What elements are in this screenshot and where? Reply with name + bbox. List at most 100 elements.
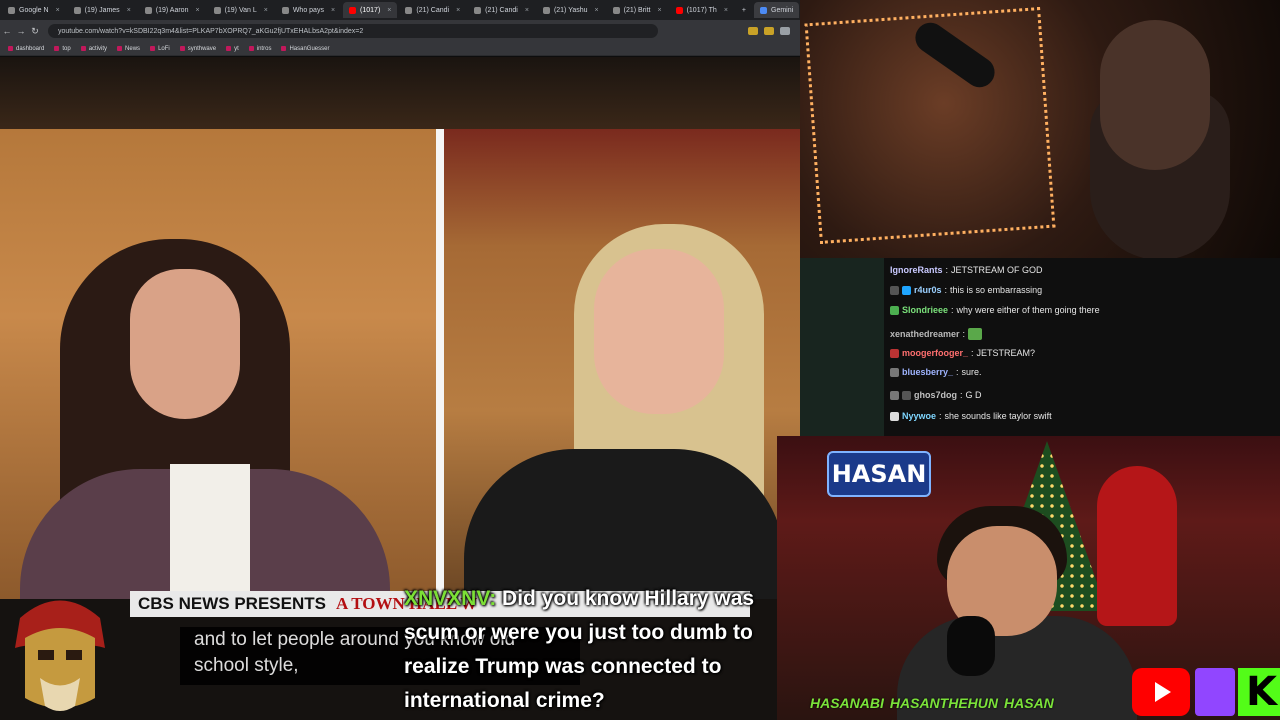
twitch-logo-icon [1195,668,1235,716]
social-handles: HASANABI HASANTHEHUN HASAN [810,690,1054,716]
tab-8[interactable]: (21) Yashu × [537,2,605,18]
bookmark-icon [179,46,185,51]
kick-logo-icon: K [1238,668,1280,716]
person-face [1100,20,1210,170]
youtube-favicon-icon [349,6,357,14]
close-icon[interactable]: × [456,7,460,14]
tab-0[interactable]: Google N × [2,2,66,18]
close-icon[interactable]: × [264,7,268,14]
close-icon[interactable]: × [525,7,529,14]
forward-arrow-icon[interactable]: → [14,26,28,36]
badge-icon [890,367,899,377]
bookmark-icon [281,46,287,51]
bookmark-icon [80,46,86,51]
tab-favicon-icon [213,6,221,14]
tab-10[interactable]: (1017) Th × [670,2,734,18]
pepe-emote-icon [968,328,983,340]
cbs-banner-network: CBS NEWS PRESENTS [138,594,326,613]
close-icon[interactable]: × [657,7,661,14]
bookmark-synthwave[interactable]: synthwave [179,46,216,52]
gemini-favicon-icon [760,6,767,14]
tab-6[interactable]: (21) Candi × [399,2,466,18]
video-left-panel [0,129,436,599]
badge-icon [890,305,899,315]
url-text: youtube.com/watch?v=kSDBI22q3m4&list=PLK… [58,27,364,35]
video-top-strip [0,57,800,129]
hasan-neon-logo: HASAN [827,451,931,497]
bookmark-icon [117,46,123,51]
badge-icon [890,348,899,358]
tab-favicon-icon [474,6,482,14]
tab-favicon-icon [73,6,81,14]
bookmark-lofi[interactable]: LoFi [150,46,170,52]
bookmark-intros[interactable]: intros [248,46,271,52]
chat-message: moogerfooger_: JETSTREAM? [890,348,1035,358]
badge-icon [890,285,899,295]
tab-2[interactable]: (19) Aaron × [139,2,206,18]
bookmark-hasanguesser[interactable]: HasanGuesser [281,46,329,52]
chat-message: Slondrieee: why were either of them going… [890,305,1100,315]
close-icon[interactable]: × [724,7,728,14]
tab-4[interactable]: Who pays × [276,2,341,18]
tab-favicon-icon [281,6,289,14]
speaker-right-face [594,249,724,414]
tab-favicon-icon [144,6,152,14]
back-arrow-icon[interactable]: ← [0,26,14,36]
youtube-favicon-icon [675,6,683,14]
twitter-handle: HASANTHEHUN [889,695,999,711]
tab-favicon-icon [612,6,620,14]
speaker-right-body [464,449,784,599]
tab-favicon-icon [8,6,15,14]
url-field[interactable]: youtube.com/watch?v=kSDBI22q3m4&list=PLK… [48,24,658,38]
chat-message: Nyywoe: she sounds like taylor swift [890,411,1052,421]
chat-message: IgnoreRants: JETSTREAM OF GOD [890,265,1043,275]
extension-icon[interactable] [764,27,774,35]
speaker-left-face [130,269,240,419]
close-icon[interactable]: × [127,7,131,14]
new-tab-button[interactable]: + [736,2,752,18]
reload-icon[interactable]: ↻ [28,26,42,37]
tab-favicon-icon [542,6,550,14]
bookmark-yt[interactable]: yt [226,46,239,52]
stream-chat: IgnoreRants: JETSTREAM OF GOD r4ur0s: this… [884,258,1280,436]
bookmark-icon [226,46,232,51]
bookmark-top[interactable]: top [54,46,71,52]
webcam-top-right [800,0,1280,258]
menu-icon[interactable] [780,27,790,35]
close-icon[interactable]: × [331,7,335,14]
chat-message: ghos7dog: G D [890,390,982,400]
tab-11[interactable]: Gemini [754,2,800,18]
chat-side-gap [800,258,884,436]
split-divider [436,129,444,599]
tab-favicon-icon [405,6,413,14]
spartan-helmet-icon [15,600,105,711]
address-bar-row: ← → ↻ youtube.com/watch?v=kSDBI22q3m4&li… [0,20,800,42]
tab-9[interactable]: (21) Britt × [607,2,668,18]
extension-icon[interactable] [748,27,758,35]
chat-message: r4ur0s: this is so embarrassing [890,285,1042,295]
tab-5-active[interactable]: (1017) × [343,2,398,18]
close-icon[interactable]: × [56,7,60,14]
highlighted-chat-message: XNVXNV: Did you know Hillary was scum or… [404,582,804,718]
santa-figure [1097,466,1177,626]
tab-7[interactable]: (21) Candi × [468,2,535,18]
close-icon[interactable]: × [195,7,199,14]
close-icon[interactable]: × [387,7,391,14]
bookmark-activity[interactable]: activity [80,46,107,52]
youtube-logo-icon [1132,668,1190,716]
bookmark-icon [8,46,13,51]
highlighted-chat-user: XNVXNV: [404,587,497,610]
bookmarks-bar: dashboard top activity News LoFi synthwa… [0,42,800,56]
tab-1[interactable]: (19) James × [68,2,137,18]
close-icon[interactable]: × [595,7,599,14]
bookmark-icon [150,46,156,51]
bookmark-icon [248,46,254,51]
bookmark-news[interactable]: News [117,46,140,52]
tab-3[interactable]: (19) Van L × [208,2,274,18]
speaker-left-blouse [170,464,250,599]
chat-message: bluesberry_: sure. [890,367,982,377]
badge-icon [902,285,911,295]
bookmark-dashboard[interactable]: dashboard [8,46,44,52]
chat-message: xenathedreamer: [890,328,983,340]
badge-icon [890,390,899,400]
